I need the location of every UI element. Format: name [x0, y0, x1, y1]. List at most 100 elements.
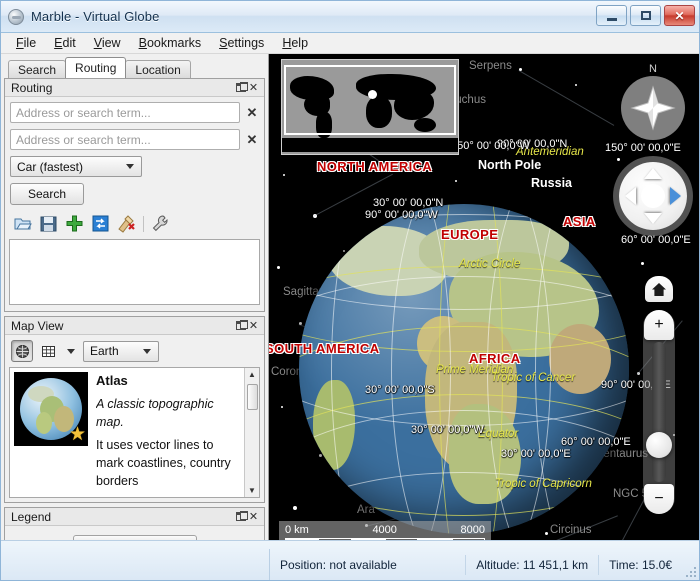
- save-route-icon[interactable]: [39, 214, 58, 233]
- pan-down-icon[interactable]: [644, 213, 662, 224]
- menu-view[interactable]: View: [85, 34, 130, 52]
- maximize-button[interactable]: [630, 5, 661, 26]
- pan-right-icon[interactable]: [670, 187, 681, 205]
- theme-name: Atlas: [96, 373, 128, 388]
- toolbar-separator: [143, 215, 144, 232]
- routing-search-row: Search: [10, 183, 259, 205]
- minimize-button[interactable]: [596, 5, 627, 26]
- continent-label: NORTH AMERICA: [317, 159, 433, 174]
- pan-left-icon[interactable]: [625, 187, 636, 205]
- constellation-label: Serpens: [469, 60, 512, 72]
- globe-projection-icon[interactable]: [11, 340, 33, 362]
- add-via-icon[interactable]: [65, 214, 84, 233]
- routing-toolbar: [5, 210, 264, 237]
- current-position-marker: [368, 90, 377, 99]
- status-time: Time: 15.0€: [609, 557, 672, 572]
- status-altitude: Altitude: 11 451,1 km: [466, 554, 600, 575]
- coordinate-label: 30° 00' 00,0"S: [365, 384, 435, 396]
- zoom-out-button[interactable]: −: [644, 484, 674, 514]
- graticule-label: Equator: [478, 428, 519, 440]
- menu-edit[interactable]: Edit: [45, 34, 85, 52]
- zoom-slider-handle[interactable]: [646, 432, 672, 458]
- menu-help[interactable]: Help: [273, 34, 317, 52]
- zoom-track[interactable]: [652, 342, 666, 482]
- route-start-input[interactable]: Address or search term...: [10, 102, 240, 123]
- map-canvas[interactable]: Serpens Ophiuchus Sagittarius Corona Aus…: [269, 54, 699, 561]
- clear-start-icon[interactable]: ✕: [245, 105, 259, 121]
- continent-label: SOUTH AMERICA: [269, 341, 380, 356]
- coordinate-label: 90° 00' 00,0"W: [365, 209, 438, 221]
- favorite-star-icon: ★: [68, 424, 86, 445]
- legend-panel-title: Legend: [11, 509, 52, 524]
- scrollbar-thumb[interactable]: [246, 384, 258, 410]
- graticule-label: Tropic of Cancer: [491, 372, 576, 384]
- search-route-button[interactable]: Search: [10, 183, 84, 205]
- close-panel-icon[interactable]: ✕: [247, 510, 260, 523]
- undock-icon[interactable]: [234, 510, 248, 523]
- theme-desc-body: It uses vector lines to mark coastlines,…: [96, 438, 231, 489]
- marble-main-window: Marble - Virtual Globe ✕ FFileile Edit V…: [0, 0, 700, 581]
- scroll-up-icon[interactable]: ▲: [246, 368, 259, 381]
- zoom-in-button[interactable]: +: [644, 310, 674, 340]
- menu-settings[interactable]: Settings: [210, 34, 273, 52]
- open-route-icon[interactable]: [13, 214, 32, 233]
- main-content: Search Routing Location Routing ✕ Addres…: [1, 54, 699, 561]
- celestial-body-select[interactable]: Earth: [83, 340, 159, 362]
- legend-panel-header: Legend ✕: [5, 508, 264, 526]
- scroll-down-icon[interactable]: ▼: [246, 484, 259, 497]
- coordinate-label: 150° 00' 00,0"W: [451, 140, 530, 152]
- theme-desc-lead: A classic topographic map.: [96, 396, 214, 429]
- coordinate-label: 30° 00' 00,0"N: [373, 197, 444, 209]
- route-instructions-list[interactable]: [9, 239, 260, 305]
- routing-profile-select[interactable]: Car (fastest): [10, 156, 142, 177]
- marble-globe-icon: [8, 8, 24, 25]
- menu-file[interactable]: FFileile: [7, 34, 45, 52]
- status-bar: Position: not available Altitude: 11 451…: [1, 540, 699, 580]
- close-icon: ✕: [674, 8, 685, 23]
- place-label: Russia: [531, 176, 572, 190]
- theme-list-scrollbar[interactable]: ▲ ▼: [244, 368, 259, 497]
- status-fields: Position: not available Altitude: 11 451…: [269, 549, 699, 580]
- close-button[interactable]: ✕: [664, 5, 695, 26]
- tab-search[interactable]: Search: [8, 60, 67, 78]
- close-panel-icon[interactable]: ✕: [247, 81, 260, 94]
- scale-end-label: 8000: [460, 524, 485, 536]
- tab-routing[interactable]: Routing: [65, 57, 127, 78]
- mapview-toolbar: Earth: [5, 335, 264, 367]
- resize-grip[interactable]: [682, 563, 696, 577]
- coordinate-label: 30° 00' 00,0"W: [411, 424, 484, 436]
- home-button[interactable]: [645, 276, 673, 302]
- reverse-route-icon[interactable]: [91, 214, 110, 233]
- clear-end-icon[interactable]: ✕: [245, 132, 259, 148]
- undock-icon[interactable]: [234, 81, 248, 94]
- menu-bar: FFileile Edit View Bookmarks Settings He…: [1, 33, 699, 54]
- status-left-spacer: [1, 549, 269, 580]
- route-end-input[interactable]: Address or search term...: [10, 129, 240, 150]
- compass-rose[interactable]: N: [621, 63, 685, 140]
- close-panel-icon[interactable]: ✕: [247, 319, 260, 332]
- map-theme-scroll-area: ★ Atlas A classic topographic map. It us…: [10, 368, 244, 497]
- coordinate-label: 30° 00' 00,0"E: [501, 448, 571, 460]
- mapview-panel-header: Map View ✕: [5, 317, 264, 335]
- tab-location[interactable]: Location: [125, 60, 191, 78]
- routing-panel-header: Routing ✕: [5, 79, 264, 97]
- list-item[interactable]: OpenStreetMap A global roadmap created: [10, 494, 244, 497]
- sidebar: Search Routing Location Routing ✕ Addres…: [1, 54, 269, 561]
- flat-projection-icon[interactable]: [37, 340, 59, 362]
- celestial-body-value: Earth: [90, 344, 119, 358]
- pan-dpad[interactable]: [619, 162, 687, 230]
- center-button[interactable]: [641, 184, 665, 208]
- window-controls: ✕: [596, 5, 695, 26]
- list-item[interactable]: ★ Atlas A classic topographic map. It us…: [10, 368, 244, 494]
- overview-map[interactable]: [281, 59, 459, 155]
- zoom-slider[interactable]: + −: [643, 310, 675, 514]
- pan-up-icon[interactable]: [644, 168, 662, 179]
- projection-chevron-down-icon[interactable]: [67, 348, 75, 354]
- clear-route-icon[interactable]: [117, 214, 136, 233]
- map-theme-list[interactable]: ★ Atlas A classic topographic map. It us…: [9, 367, 260, 498]
- configure-icon[interactable]: [151, 214, 170, 233]
- undock-icon[interactable]: [234, 319, 248, 332]
- window-title: Marble - Virtual Globe: [31, 9, 160, 24]
- menu-bookmarks[interactable]: Bookmarks: [130, 34, 211, 52]
- graticule-label: Arctic Circle: [459, 258, 521, 270]
